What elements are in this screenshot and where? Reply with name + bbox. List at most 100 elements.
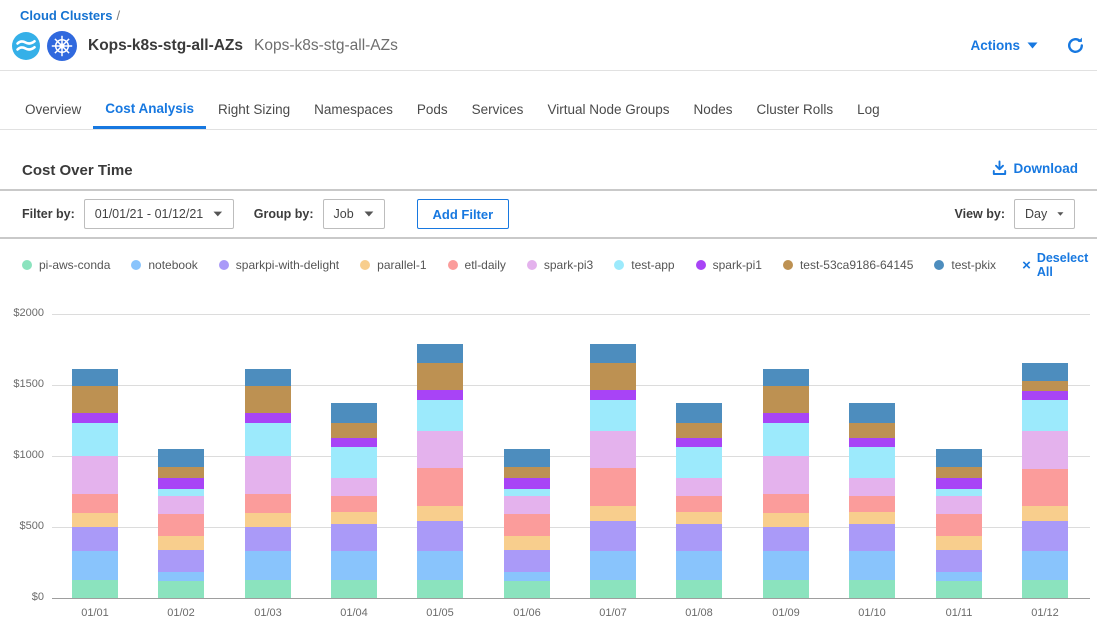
bar-segment-01/03-notebook[interactable] <box>245 551 291 580</box>
bar-segment-01/11-test-app[interactable] <box>936 489 982 496</box>
bar-segment-01/06-sparkpi-with-delight[interactable] <box>504 550 550 572</box>
bar-segment-01/01-pi-aws-conda[interactable] <box>72 580 118 598</box>
bar-segment-01/11-parallel-1[interactable] <box>936 536 982 550</box>
bar-segment-01/10-test-app[interactable] <box>849 447 895 478</box>
bar-segment-01/10-spark-pi1[interactable] <box>849 438 895 447</box>
bar-segment-01/04-notebook[interactable] <box>331 551 377 580</box>
bar-segment-01/07-test-pkix[interactable] <box>590 344 636 363</box>
tab-overview[interactable]: Overview <box>13 71 93 129</box>
bar-segment-01/10-parallel-1[interactable] <box>849 512 895 524</box>
bar-segment-01/04-parallel-1[interactable] <box>331 512 377 524</box>
bar-segment-01/12-test-pkix[interactable] <box>1022 363 1068 381</box>
bar-segment-01/11-spark-pi3[interactable] <box>936 496 982 514</box>
bar-segment-01/03-etl-daily[interactable] <box>245 494 291 513</box>
bar-segment-01/06-test-pkix[interactable] <box>504 449 550 467</box>
bar-segment-01/05-spark-pi3[interactable] <box>417 431 463 468</box>
bar-segment-01/06-parallel-1[interactable] <box>504 536 550 550</box>
bar-segment-01/02-test-pkix[interactable] <box>158 449 204 467</box>
bar-segment-01/07-spark-pi1[interactable] <box>590 390 636 400</box>
legend-item-etl-daily[interactable]: etl-daily <box>448 258 506 272</box>
bar-segment-01/08-sparkpi-with-delight[interactable] <box>676 524 722 551</box>
bar-segment-01/11-pi-aws-conda[interactable] <box>936 581 982 598</box>
group-by-select[interactable]: Job <box>323 199 385 229</box>
bar-segment-01/07-parallel-1[interactable] <box>590 506 636 521</box>
bar-segment-01/10-test-53ca9186-64145[interactable] <box>849 423 895 438</box>
bar-segment-01/12-notebook[interactable] <box>1022 551 1068 580</box>
bar-segment-01/05-sparkpi-with-delight[interactable] <box>417 521 463 551</box>
bar-segment-01/06-pi-aws-conda[interactable] <box>504 581 550 598</box>
bar-segment-01/03-test-53ca9186-64145[interactable] <box>245 386 291 413</box>
date-range-select[interactable]: 01/01/21 - 01/12/21 <box>84 199 234 229</box>
bar-segment-01/08-spark-pi1[interactable] <box>676 438 722 447</box>
bar-segment-01/03-test-pkix[interactable] <box>245 369 291 386</box>
bar-segment-01/02-etl-daily[interactable] <box>158 514 204 536</box>
bar-segment-01/07-test-53ca9186-64145[interactable] <box>590 363 636 390</box>
bar-segment-01/02-pi-aws-conda[interactable] <box>158 581 204 598</box>
bar-segment-01/11-sparkpi-with-delight[interactable] <box>936 550 982 572</box>
tab-log[interactable]: Log <box>845 71 892 129</box>
bar-segment-01/05-notebook[interactable] <box>417 551 463 580</box>
bar-segment-01/08-etl-daily[interactable] <box>676 496 722 512</box>
bar-segment-01/07-notebook[interactable] <box>590 551 636 580</box>
bar-segment-01/11-etl-daily[interactable] <box>936 514 982 536</box>
bar-segment-01/04-spark-pi1[interactable] <box>331 438 377 447</box>
bar-segment-01/03-parallel-1[interactable] <box>245 513 291 527</box>
bar-segment-01/08-pi-aws-conda[interactable] <box>676 580 722 598</box>
bar-segment-01/05-test-app[interactable] <box>417 400 463 431</box>
actions-button[interactable]: Actions <box>970 38 1038 53</box>
legend-item-spark-pi1[interactable]: spark-pi1 <box>696 258 762 272</box>
bar-segment-01/04-test-pkix[interactable] <box>331 403 377 423</box>
legend-item-test-53ca9186-64145[interactable]: test-53ca9186-64145 <box>783 258 913 272</box>
bar-segment-01/08-parallel-1[interactable] <box>676 512 722 524</box>
bar-segment-01/04-spark-pi3[interactable] <box>331 478 377 496</box>
bar-segment-01/08-test-app[interactable] <box>676 447 722 478</box>
bar-segment-01/02-test-53ca9186-64145[interactable] <box>158 467 204 478</box>
legend-item-notebook[interactable]: notebook <box>131 258 197 272</box>
bar-segment-01/02-spark-pi3[interactable] <box>158 496 204 514</box>
bar-segment-01/04-sparkpi-with-delight[interactable] <box>331 524 377 551</box>
bar-segment-01/05-parallel-1[interactable] <box>417 506 463 521</box>
bar-segment-01/01-spark-pi1[interactable] <box>72 413 118 423</box>
bar-segment-01/09-etl-daily[interactable] <box>763 494 809 513</box>
bar-segment-01/01-etl-daily[interactable] <box>72 494 118 513</box>
bar-segment-01/08-test-pkix[interactable] <box>676 403 722 423</box>
bar-segment-01/12-pi-aws-conda[interactable] <box>1022 580 1068 598</box>
bar-segment-01/08-notebook[interactable] <box>676 551 722 580</box>
bar-segment-01/02-notebook[interactable] <box>158 572 204 581</box>
bar-segment-01/01-parallel-1[interactable] <box>72 513 118 527</box>
refresh-button[interactable] <box>1066 36 1085 55</box>
bar-segment-01/08-test-53ca9186-64145[interactable] <box>676 423 722 438</box>
bar-segment-01/04-pi-aws-conda[interactable] <box>331 580 377 598</box>
bar-segment-01/06-spark-pi1[interactable] <box>504 478 550 489</box>
bar-segment-01/02-spark-pi1[interactable] <box>158 478 204 489</box>
bar-segment-01/12-spark-pi1[interactable] <box>1022 391 1068 400</box>
bar-segment-01/09-spark-pi3[interactable] <box>763 456 809 494</box>
add-filter-button[interactable]: Add Filter <box>417 199 510 229</box>
bar-segment-01/11-test-pkix[interactable] <box>936 449 982 467</box>
bar-segment-01/12-etl-daily[interactable] <box>1022 469 1068 506</box>
tab-cluster-rolls[interactable]: Cluster Rolls <box>745 71 846 129</box>
tab-cost-analysis[interactable]: Cost Analysis <box>93 71 206 129</box>
bar-segment-01/07-sparkpi-with-delight[interactable] <box>590 521 636 551</box>
bar-segment-01/11-test-53ca9186-64145[interactable] <box>936 467 982 478</box>
bar-segment-01/03-test-app[interactable] <box>245 423 291 456</box>
bar-segment-01/07-spark-pi3[interactable] <box>590 431 636 468</box>
bar-segment-01/10-sparkpi-with-delight[interactable] <box>849 524 895 551</box>
bar-segment-01/10-notebook[interactable] <box>849 551 895 580</box>
bar-segment-01/06-etl-daily[interactable] <box>504 514 550 536</box>
bar-segment-01/09-test-pkix[interactable] <box>763 369 809 386</box>
bar-segment-01/11-notebook[interactable] <box>936 572 982 581</box>
legend-item-test-pkix[interactable]: test-pkix <box>934 258 996 272</box>
bar-segment-01/10-spark-pi3[interactable] <box>849 478 895 496</box>
bar-segment-01/02-test-app[interactable] <box>158 489 204 496</box>
bar-segment-01/09-notebook[interactable] <box>763 551 809 580</box>
bar-segment-01/03-sparkpi-with-delight[interactable] <box>245 527 291 551</box>
bar-segment-01/01-spark-pi3[interactable] <box>72 456 118 494</box>
bar-segment-01/04-etl-daily[interactable] <box>331 496 377 512</box>
breadcrumb-cloud-clusters-link[interactable]: Cloud Clusters <box>20 8 112 23</box>
bar-segment-01/05-test-53ca9186-64145[interactable] <box>417 363 463 390</box>
bar-segment-01/06-spark-pi3[interactable] <box>504 496 550 514</box>
bar-segment-01/09-parallel-1[interactable] <box>763 513 809 527</box>
bar-segment-01/05-test-pkix[interactable] <box>417 344 463 363</box>
bar-segment-01/06-notebook[interactable] <box>504 572 550 581</box>
